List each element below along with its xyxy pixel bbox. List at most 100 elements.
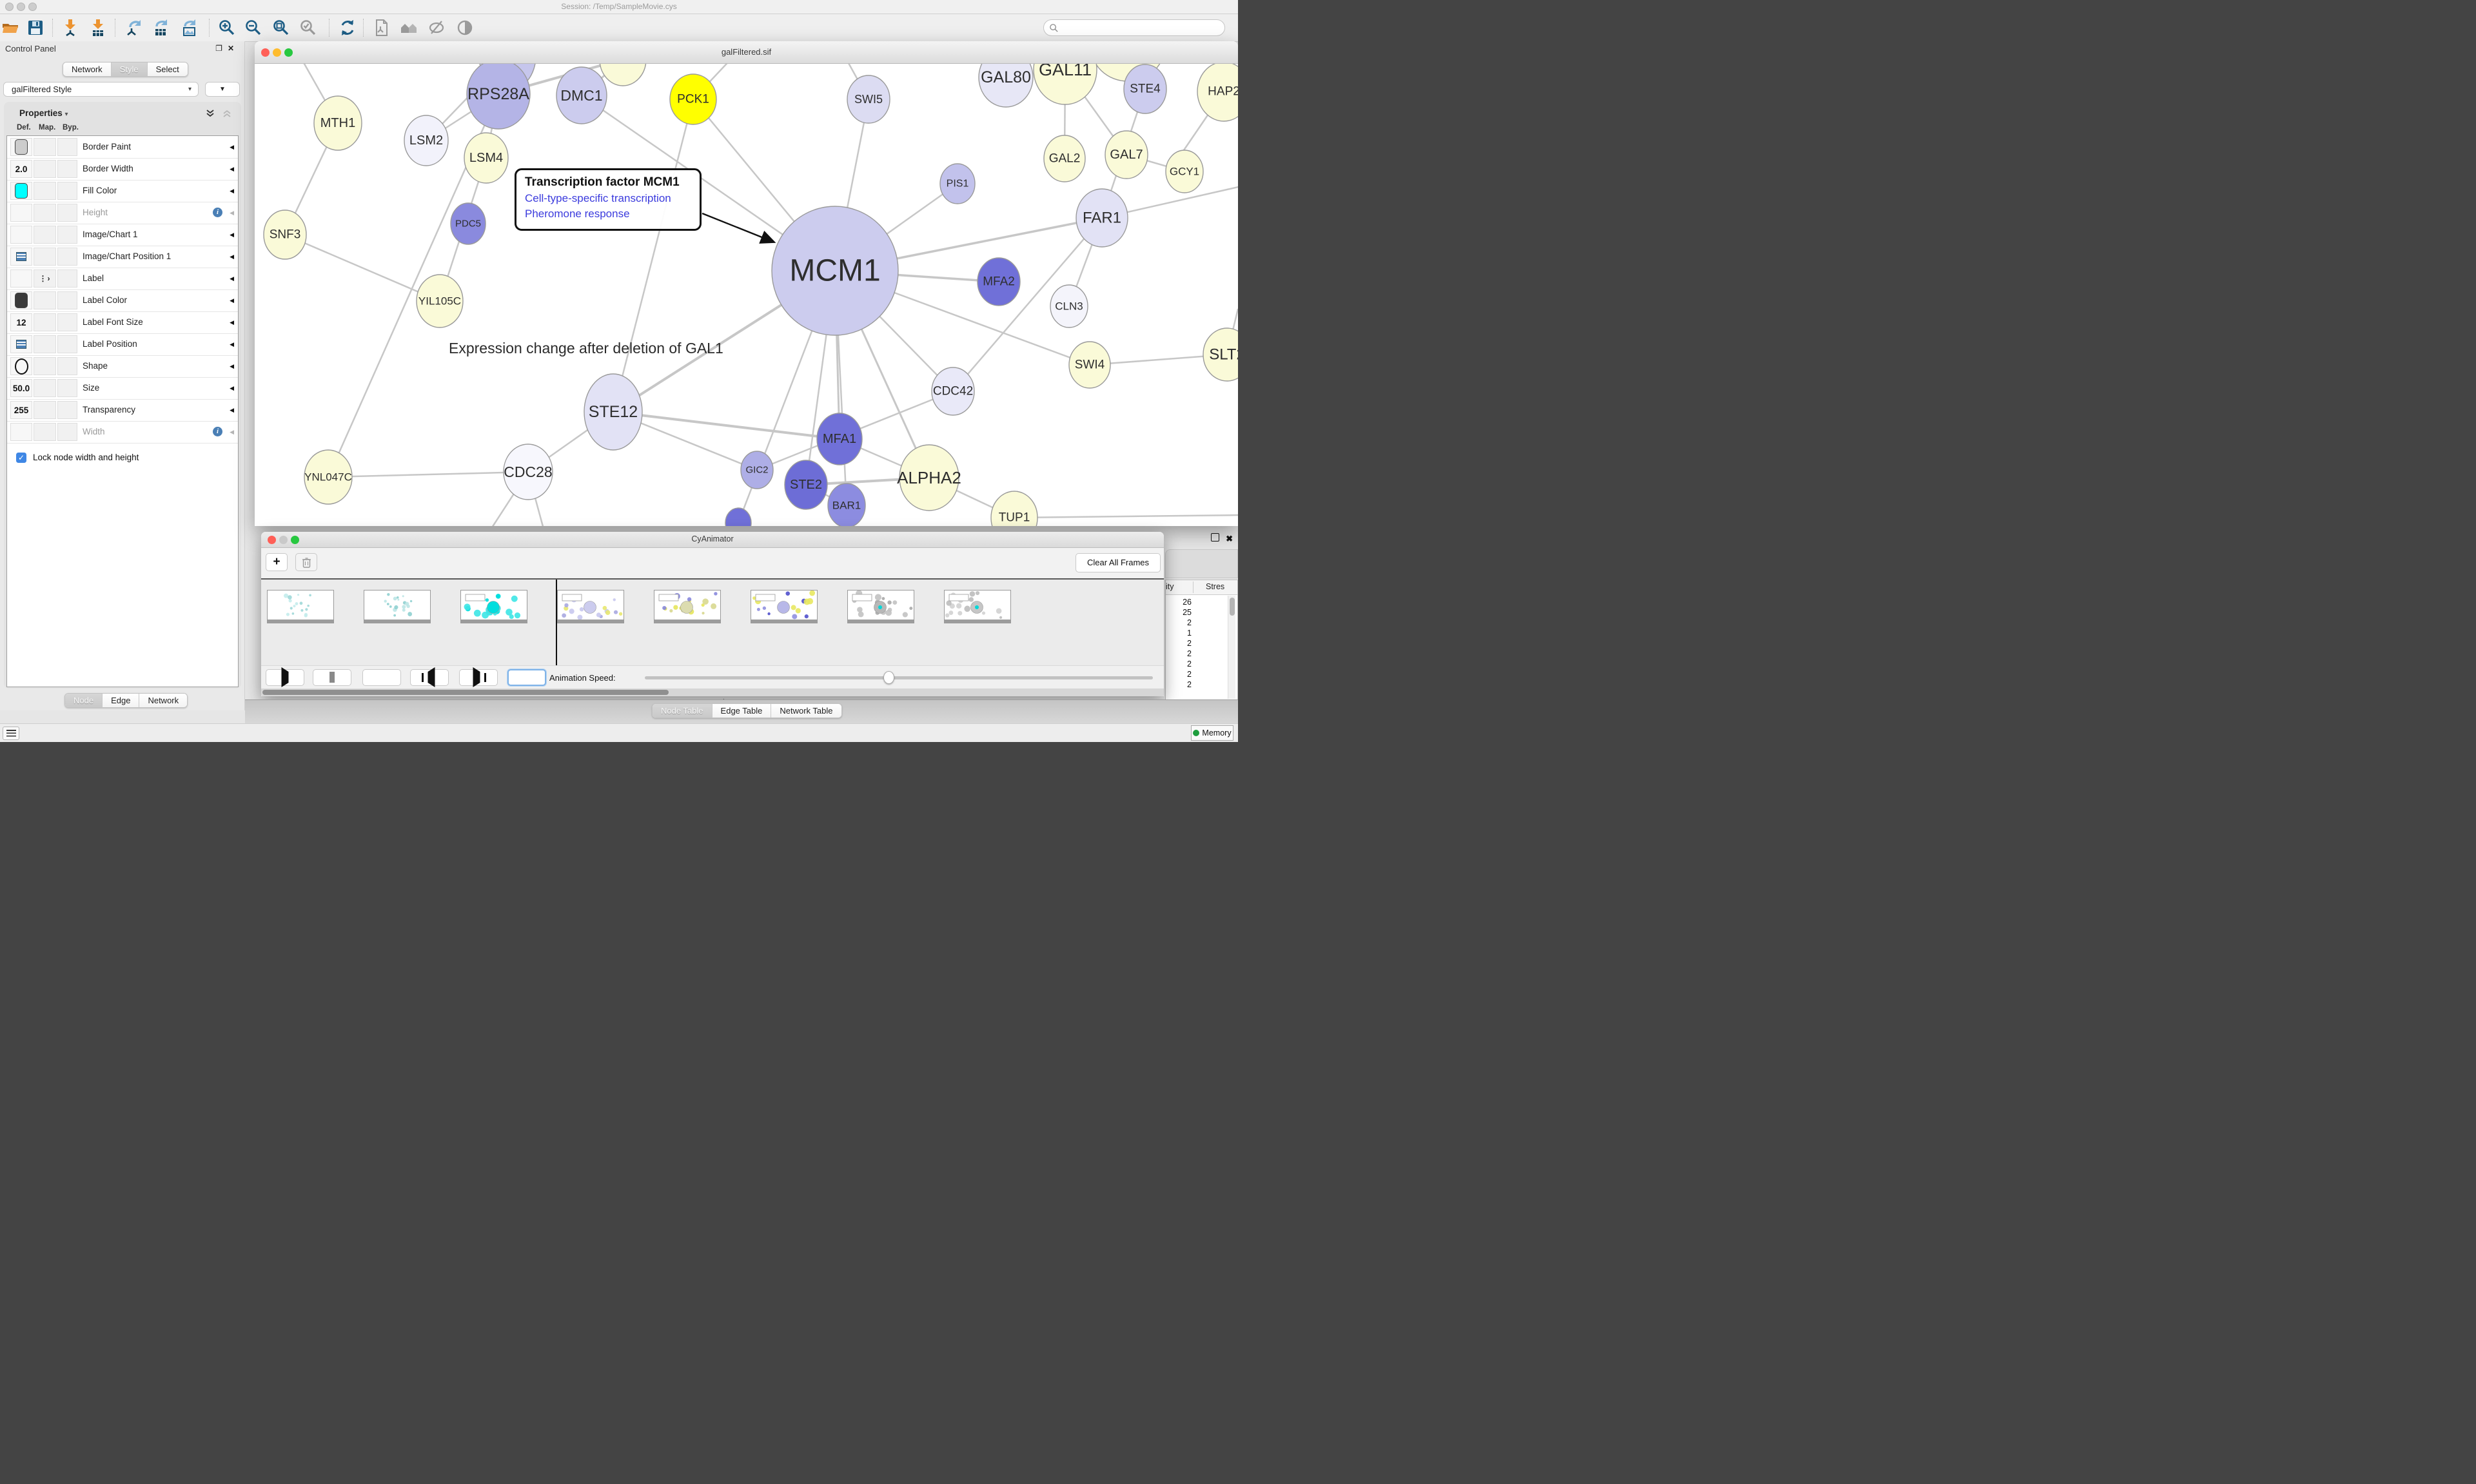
expand-row-arrow-icon[interactable]: ◀ [230,180,234,202]
frame-thumbnail[interactable] [267,590,334,623]
frame-thumbnail[interactable] [364,590,431,623]
import-network-icon[interactable] [61,19,79,37]
export-image-icon[interactable] [181,19,199,37]
network-node-pis1[interactable]: PIS1 [940,164,975,204]
delete-frame-button[interactable] [295,553,317,571]
stop-button[interactable] [362,669,401,686]
property-row[interactable]: 50.0Size◀ [7,377,238,400]
network-node-pdc5[interactable]: PDC5 [451,203,486,244]
network-node-cln3[interactable]: CLN3 [1050,285,1088,327]
frame-thumbnail[interactable] [557,590,624,623]
node-table[interactable]: ity Stres 26252122222 [1165,580,1238,701]
annotation-link[interactable]: Cell-type-specific transcription [525,192,691,205]
property-row[interactable]: Widthi◀ [7,421,238,444]
expand-row-arrow-icon[interactable]: ◀ [230,246,234,268]
search-input[interactable] [1062,21,1222,35]
tab-network-bottom[interactable]: Network [139,694,187,707]
network-node-swi4[interactable]: SWI4 [1069,342,1110,388]
network-edge[interactable] [613,99,693,412]
tab-network-table[interactable]: Network Table [771,704,841,718]
network-node-rps28a[interactable]: RPS28A [467,64,530,129]
network-window-titlebar[interactable]: galFiltered.sif [255,41,1238,64]
float-panel-icon[interactable]: ❐ [215,44,228,53]
network-canvas[interactable]: DCP1PCK1RPS28ADMC1MTH1LSM2LSM4SWI5GAL80G… [255,64,1238,526]
expand-row-arrow-icon[interactable]: ◀ [230,311,234,333]
network-file-icon[interactable] [373,19,391,37]
clear-all-frames-button[interactable]: Clear All Frames [1076,553,1161,572]
network-node-cdc42[interactable]: CDC42 [932,367,974,415]
network-edge[interactable] [285,235,440,301]
property-row[interactable]: 255Transparency◀ [7,399,238,422]
tab-node[interactable]: Node [65,694,103,707]
import-table-icon[interactable] [89,19,107,37]
network-node-mcm1[interactable]: MCM1 [772,206,898,335]
frame-thumbnail[interactable] [847,590,914,623]
annotation-link[interactable]: Pheromone response [525,208,691,220]
lock-checkbox[interactable]: ✓ [16,453,26,463]
close-panel-icon[interactable]: ✕ [228,44,239,53]
network-node-swi5[interactable]: SWI5 [847,75,890,123]
network-node-cut1[interactable] [725,508,751,526]
export-table-icon[interactable] [152,19,170,37]
info-icon[interactable]: i [213,208,222,217]
default-value-swatch[interactable] [15,183,28,199]
frame-thumbnail[interactable] [751,590,818,623]
network-node-hap2[interactable]: HAP2 [1197,64,1238,121]
network-node-mth1[interactable]: MTH1 [314,96,362,150]
network-node-gal80[interactable]: GAL80 [979,64,1033,107]
export-network-icon[interactable] [126,19,144,37]
property-row[interactable]: Image/Chart Position 1◀ [7,246,238,268]
network-edge[interactable] [1014,515,1238,518]
network-node-far1[interactable]: FAR1 [1076,189,1128,247]
task-history-button[interactable] [3,727,19,740]
float-panel-icon[interactable] [1211,533,1219,542]
network-node-ynl047c[interactable]: YNL047C [304,450,352,504]
network-node-yil105c[interactable]: YIL105C [417,275,463,327]
search-box[interactable] [1043,19,1225,36]
network-node-ste12[interactable]: STE12 [584,374,642,450]
expand-row-arrow-icon[interactable]: ◀ [230,377,234,399]
default-value-swatch[interactable] [15,293,28,308]
expand-row-arrow-icon[interactable]: ◀ [230,333,234,355]
network-node-dmc1[interactable]: DMC1 [556,67,607,124]
expand-row-arrow-icon[interactable]: ◀ [230,136,234,158]
pause-button[interactable] [313,669,351,686]
expand-row-arrow-icon[interactable]: ◀ [230,289,234,311]
network-node-ste2[interactable]: STE2 [785,460,827,509]
network-node-pck1[interactable]: PCK1 [670,74,716,124]
collapse-all-icon[interactable] [205,108,215,119]
network-node-gcy1[interactable]: GCY1 [1166,150,1203,193]
default-value-swatch[interactable] [15,139,28,155]
lock-dimensions-row[interactable]: ✓ Lock node width and height [7,447,238,469]
table-vertical-scrollbar[interactable] [1228,596,1235,699]
record-button[interactable] [507,669,546,686]
hide-icon[interactable] [427,19,446,37]
add-frame-button[interactable]: + [266,553,288,571]
network-node-lsm4[interactable]: LSM4 [464,133,508,183]
skip-to-start-button[interactable] [410,669,449,686]
network-node-gal11[interactable]: GAL11 [1034,64,1097,104]
refresh-icon[interactable] [339,19,357,37]
network-node-ste4[interactable]: STE4 [1124,64,1166,113]
tab-style[interactable]: Style [112,63,148,76]
frame-thumbnail[interactable] [460,590,527,623]
tab-edge[interactable]: Edge [103,694,139,707]
save-icon[interactable] [26,19,44,37]
playhead[interactable] [556,580,557,675]
network-node-gal7[interactable]: GAL7 [1105,131,1148,179]
network-node-slt2[interactable]: SLT2 [1203,328,1238,381]
tab-select[interactable]: Select [148,63,188,76]
cyanimator-titlebar[interactable]: CyAnimator [261,532,1164,548]
expand-row-arrow-icon[interactable]: ◀ [230,355,234,377]
expand-row-arrow-icon[interactable]: ◀ [230,202,234,224]
table-header-row[interactable]: ity Stres [1166,580,1237,595]
property-row[interactable]: Shape◀ [7,355,238,378]
expand-row-arrow-icon[interactable]: ◀ [230,399,234,421]
home-icon[interactable] [400,19,418,37]
network-node-mfa1[interactable]: MFA1 [817,413,862,465]
style-options-button[interactable]: ▼ [205,82,240,97]
tab-network[interactable]: Network [63,63,112,76]
info-icon[interactable]: i [213,427,222,436]
network-node-dcp1[interactable]: DCP1 [600,64,646,86]
expand-row-arrow-icon[interactable]: ◀ [230,268,234,289]
